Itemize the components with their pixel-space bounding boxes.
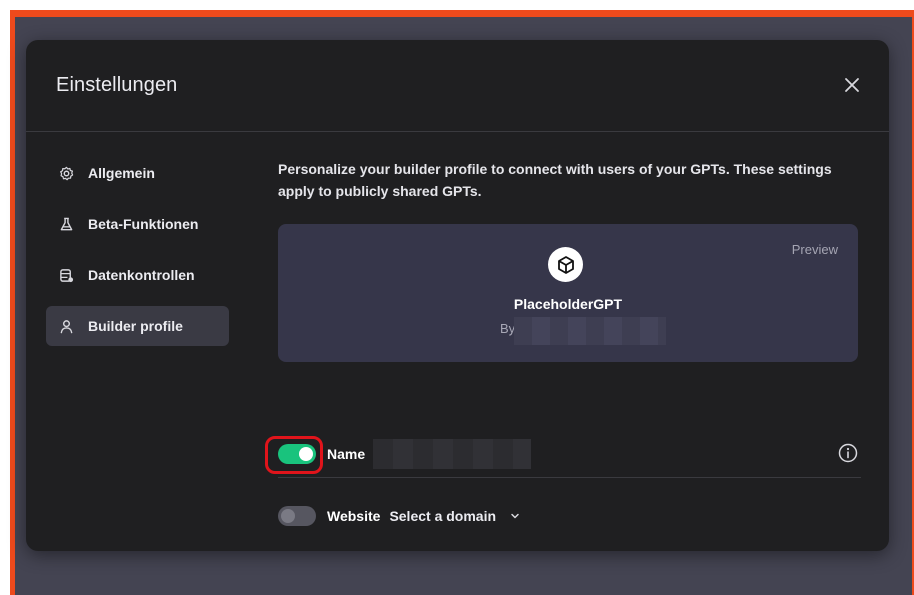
sidebar-item-label: Datenkontrollen bbox=[88, 267, 195, 283]
gear-icon bbox=[58, 165, 74, 181]
info-icon[interactable] bbox=[837, 442, 859, 464]
sidebar-item-datenkontrollen[interactable]: Datenkontrollen bbox=[46, 255, 229, 295]
settings-dialog: Einstellungen Allgemein Beta-Funktionen … bbox=[26, 40, 889, 551]
user-icon bbox=[58, 318, 74, 334]
sidebar-item-label: Builder profile bbox=[88, 318, 183, 334]
domain-select-value: Select a domain bbox=[389, 508, 497, 524]
gpt-avatar bbox=[548, 247, 583, 282]
database-icon bbox=[58, 267, 74, 283]
close-icon bbox=[845, 78, 859, 92]
panel-description: Personalize your builder profile to conn… bbox=[278, 161, 832, 199]
redacted-name-value bbox=[373, 438, 532, 469]
settings-sidebar: Allgemein Beta-Funktionen Datenkontrolle… bbox=[46, 153, 229, 357]
sidebar-item-label: Beta-Funktionen bbox=[88, 216, 199, 232]
sidebar-item-label: Allgemein bbox=[88, 165, 155, 181]
sidebar-item-beta-funktionen[interactable]: Beta-Funktionen bbox=[46, 204, 229, 244]
gpt-name: PlaceholderGPT bbox=[513, 296, 623, 312]
chevron-down-icon bbox=[511, 513, 519, 519]
toggle-knob bbox=[281, 509, 295, 523]
preview-label: Preview bbox=[791, 242, 838, 257]
redacted-author-name bbox=[514, 317, 666, 345]
gpt-author-prefix: By bbox=[500, 321, 516, 336]
flask-icon bbox=[58, 216, 74, 232]
dialog-title: Einstellungen bbox=[56, 74, 178, 96]
sidebar-item-builder-profile[interactable]: Builder profile bbox=[46, 306, 229, 346]
sidebar-item-allgemein[interactable]: Allgemein bbox=[46, 153, 229, 193]
dialog-header: Einstellungen bbox=[26, 40, 889, 132]
name-setting-row: Name bbox=[265, 430, 861, 478]
website-label: Website bbox=[327, 508, 381, 524]
website-toggle[interactable] bbox=[278, 506, 316, 526]
profile-preview-card: Preview PlaceholderGPT By bbox=[278, 224, 858, 362]
name-label: Name bbox=[327, 445, 366, 462]
website-setting-row: Website Select a domain bbox=[278, 496, 861, 536]
close-button[interactable] bbox=[839, 72, 865, 98]
builder-profile-panel: Personalize your builder profile to conn… bbox=[265, 158, 861, 526]
highlight-annotation bbox=[265, 436, 323, 474]
cube-icon bbox=[557, 255, 574, 274]
domain-select[interactable]: Select a domain bbox=[389, 508, 520, 524]
